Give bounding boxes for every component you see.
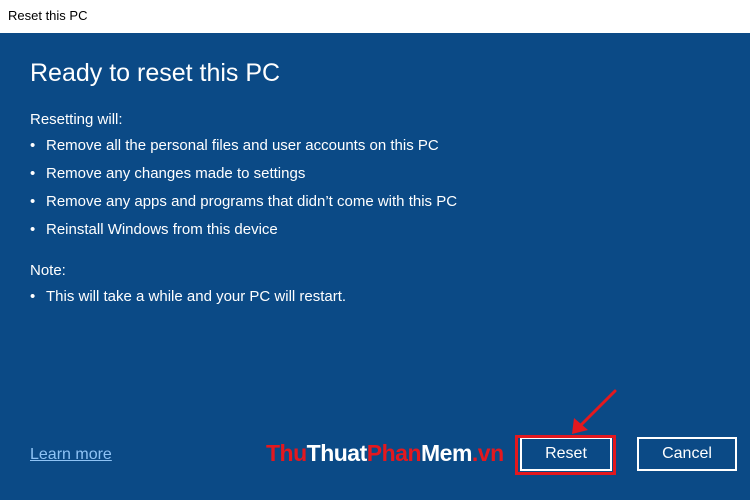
reset-dialog: Ready to reset this PC Resetting will: •… bbox=[0, 33, 750, 500]
list-item: • Reinstall Windows from this device bbox=[30, 221, 278, 238]
bullet-icon: • bbox=[30, 165, 36, 182]
reset-button[interactable]: Reset bbox=[520, 437, 612, 471]
list-item: • Remove any changes made to settings bbox=[30, 165, 306, 182]
window-title: Reset this PC bbox=[8, 8, 88, 23]
arrow-annotation-icon bbox=[572, 389, 617, 434]
bullet-icon: • bbox=[30, 193, 36, 210]
resetting-label: Resetting will: bbox=[30, 111, 123, 128]
dialog-heading: Ready to reset this PC bbox=[30, 59, 281, 87]
list-item: • Remove all the personal files and user … bbox=[30, 137, 439, 154]
note-label: Note: bbox=[30, 262, 66, 279]
watermark-logo: ThuThuatPhanMem.vn bbox=[266, 440, 504, 466]
bullet-icon: • bbox=[30, 221, 36, 238]
learn-more-link[interactable]: Learn more bbox=[30, 446, 112, 464]
title-bar: Reset this PC bbox=[0, 0, 750, 34]
bullet-icon: • bbox=[30, 137, 36, 154]
list-item: • Remove any apps and programs that didn’… bbox=[30, 193, 458, 210]
list-item: • This will take a while and your PC will… bbox=[30, 288, 347, 305]
bullet-icon: • bbox=[30, 288, 36, 305]
cancel-button[interactable]: Cancel bbox=[637, 437, 737, 471]
